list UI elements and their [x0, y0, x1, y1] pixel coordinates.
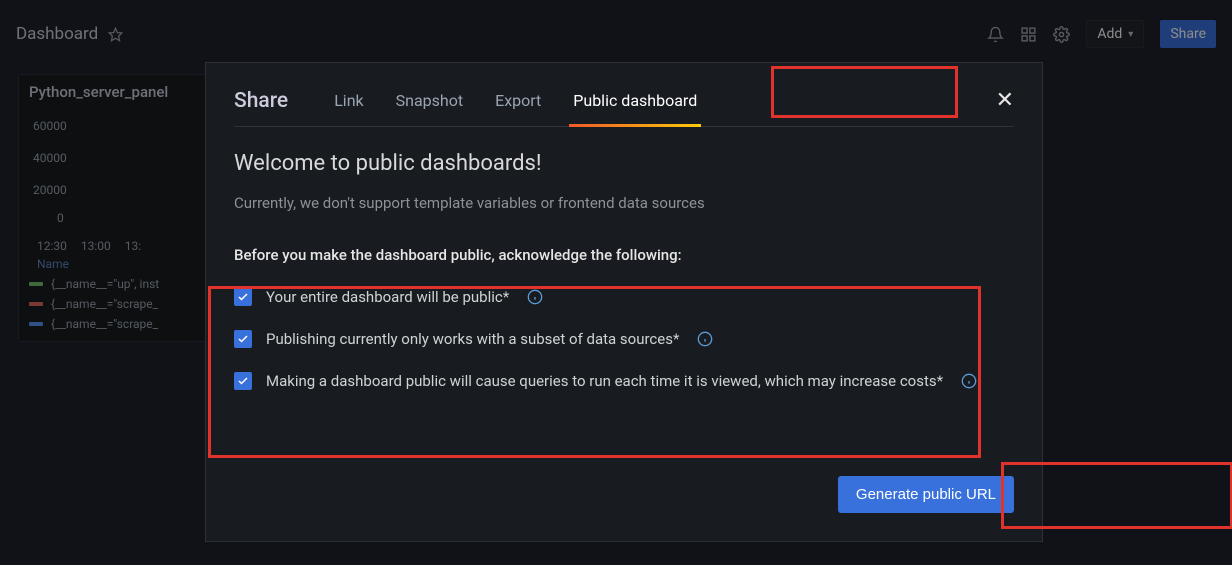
legend-item: {__name__="scrape_ [29, 317, 217, 331]
tab-snapshot[interactable]: Snapshot [394, 85, 465, 116]
ack-row: Publishing currently only works with a s… [234, 330, 1014, 348]
star-icon[interactable] [108, 27, 123, 42]
legend-swatch [29, 282, 43, 286]
close-icon[interactable]: ✕ [996, 88, 1014, 113]
y-tick: 20000 [33, 183, 217, 197]
topbar-left: Dashboard [16, 24, 123, 44]
ack-heading: Before you make the dashboard public, ac… [234, 246, 1014, 264]
panel-title: Python_server_panel [29, 83, 217, 101]
x-tick: 13:00 [81, 239, 111, 253]
add-button[interactable]: Add ▾ [1086, 20, 1144, 48]
chevron-down-icon: ▾ [1128, 29, 1133, 40]
x-tick: 13: [125, 239, 141, 253]
tab-link[interactable]: Link [332, 85, 365, 116]
checkbox[interactable] [234, 288, 252, 306]
legend-label: {__name__="scrape_ [51, 317, 158, 331]
dashboard-icon[interactable] [1020, 26, 1037, 43]
public-heading: Welcome to public dashboards! [234, 151, 1014, 176]
share-label: Share [1170, 26, 1206, 42]
modal-footer: Generate public URL [838, 476, 1014, 513]
gear-icon[interactable] [1053, 26, 1070, 43]
modal-header: Share Link Snapshot Export Public dashbo… [234, 85, 1014, 127]
x-axis: 12:30 13:00 13: [37, 239, 217, 253]
legend-label: {__name__="up", inst [51, 277, 159, 291]
legend-label: {__name__="scrape_ [51, 297, 158, 311]
x-tick: 12:30 [37, 239, 67, 253]
checkbox[interactable] [234, 372, 252, 390]
info-icon[interactable] [961, 373, 977, 389]
legend-item: {__name__="scrape_ [29, 297, 217, 311]
ack-text: Publishing currently only works with a s… [266, 330, 679, 348]
ack-row: Making a dashboard public will cause que… [234, 372, 1014, 390]
breadcrumb-title: Dashboard [16, 24, 98, 44]
legend-swatch [29, 322, 43, 326]
ack-row: Your entire dashboard will be public* [234, 288, 1014, 306]
ack-text: Your entire dashboard will be public* [266, 288, 509, 306]
legend-item: {__name__="up", inst [29, 277, 217, 291]
y-tick: 60000 [33, 119, 217, 133]
add-label: Add [1097, 26, 1122, 42]
ack-text: Making a dashboard public will cause que… [266, 372, 943, 390]
legend-header: Name [37, 257, 217, 271]
checkbox[interactable] [234, 330, 252, 348]
topbar-right: Add ▾ Share [987, 20, 1216, 48]
tab-public-dashboard[interactable]: Public dashboard [571, 85, 699, 116]
public-subtext: Currently, we don't support template var… [234, 194, 1014, 212]
generate-public-url-button[interactable]: Generate public URL [838, 476, 1014, 513]
share-modal: Share Link Snapshot Export Public dashbo… [205, 62, 1043, 542]
y-tick: 40000 [33, 151, 217, 165]
topbar: Dashboard Add ▾ Share [0, 22, 1232, 46]
y-tick: 0 [57, 211, 217, 225]
tab-export[interactable]: Export [493, 85, 543, 116]
legend-swatch [29, 302, 43, 306]
bell-icon[interactable] [987, 26, 1004, 43]
info-icon[interactable] [697, 331, 713, 347]
dashboard-panel: Python_server_panel 60000 40000 20000 0 … [18, 74, 228, 342]
modal-body: Welcome to public dashboards! Currently,… [234, 127, 1014, 390]
modal-title: Share [234, 89, 288, 113]
info-icon[interactable] [527, 289, 543, 305]
share-button[interactable]: Share [1160, 20, 1216, 48]
